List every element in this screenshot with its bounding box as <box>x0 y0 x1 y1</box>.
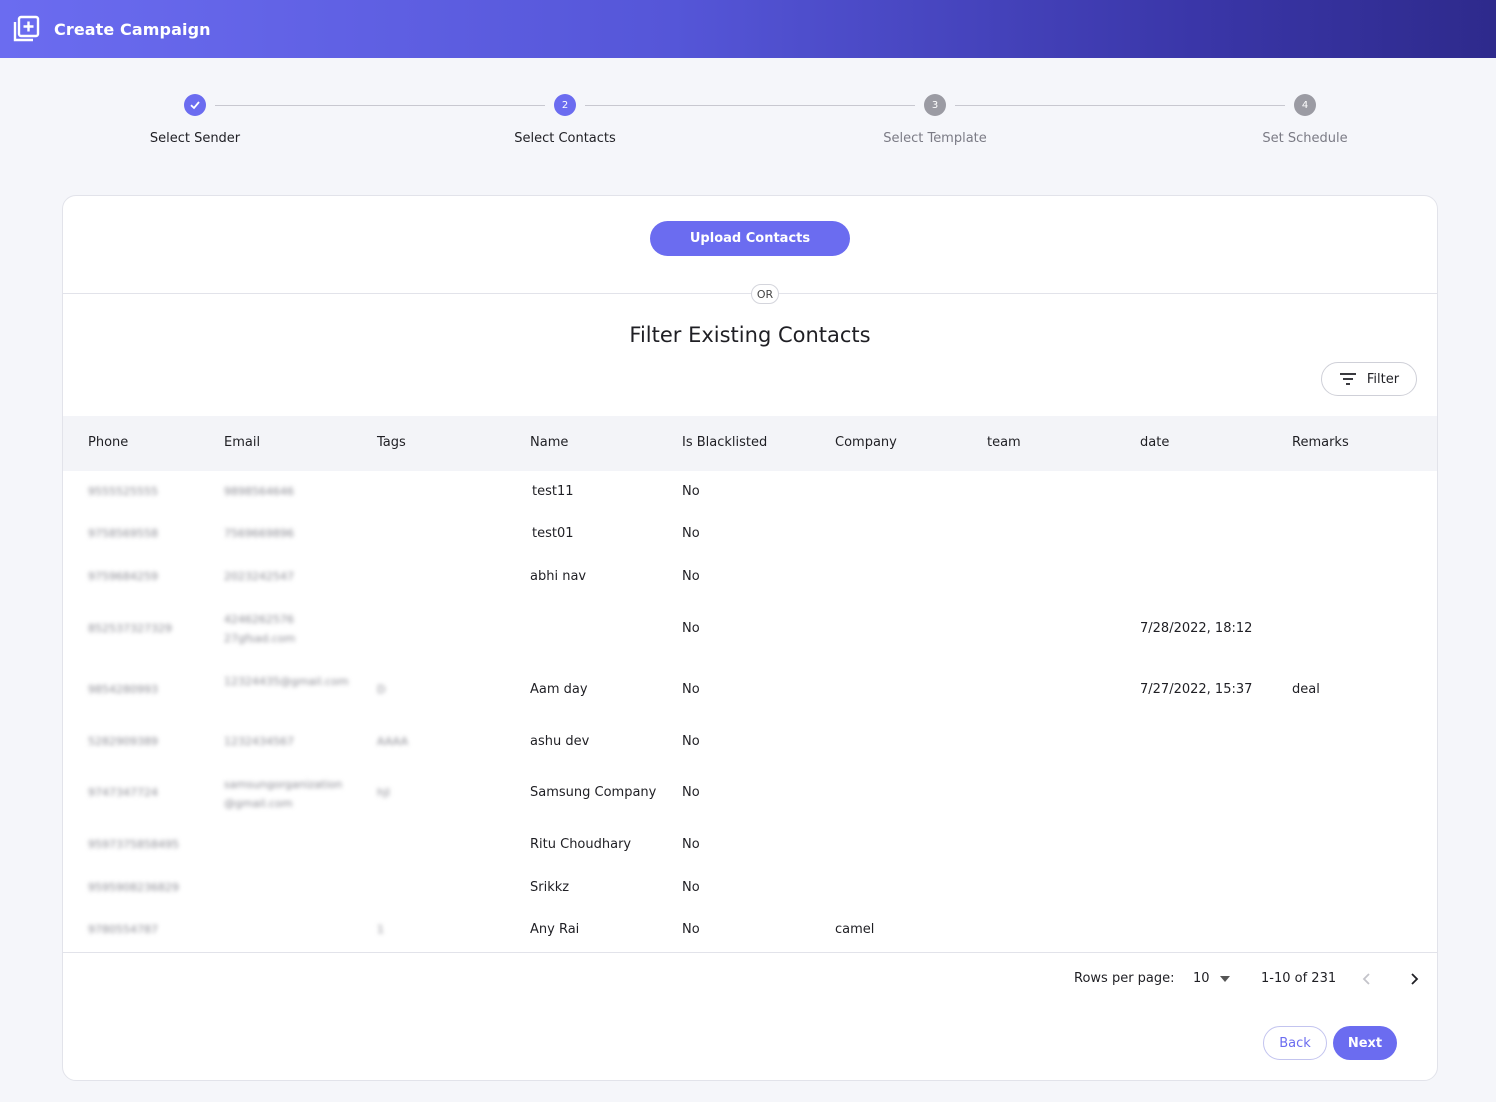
cell-name: abhi nav <box>530 569 587 584</box>
column-email[interactable]: Email <box>224 435 260 450</box>
cell-name: Srikkz <box>530 880 570 895</box>
step-label: Select Sender <box>149 131 241 146</box>
cell-blacklisted: No <box>682 837 700 852</box>
cell-blacklisted: No <box>682 785 700 800</box>
column-tags[interactable]: Tags <box>377 435 406 450</box>
cell-blacklisted: No <box>682 682 700 697</box>
cell-phone: 9759684259 <box>88 570 158 583</box>
cell-phone: 852537327329 <box>88 622 172 635</box>
add-box-icon <box>13 15 40 42</box>
divider <box>63 293 1437 294</box>
cell-name: Aam day <box>530 682 588 697</box>
section-title: Filter Existing Contacts <box>629 323 871 347</box>
cell-phone: 9780554787 <box>88 923 158 936</box>
cell-company: camel <box>835 922 875 937</box>
cell-email: 4246262576 27gfsad.com <box>224 613 296 645</box>
cell-name: Any Rai <box>530 922 580 937</box>
cell-name: test01 <box>532 526 574 541</box>
rows-per-page-value: 10 <box>1193 971 1210 986</box>
column-phone[interactable]: Phone <box>88 435 128 450</box>
step-number: 4 <box>1294 94 1316 116</box>
cell-blacklisted: No <box>682 734 700 749</box>
step-select-sender[interactable]: Select Sender <box>95 94 295 146</box>
next-button[interactable]: Next <box>1333 1026 1397 1060</box>
upload-contacts-button[interactable]: Upload Contacts <box>650 221 850 256</box>
cell-phone: 9854280993 <box>88 683 158 696</box>
cell-blacklisted: No <box>682 569 700 584</box>
step-number: 2 <box>554 94 576 116</box>
step-number: 3 <box>924 94 946 116</box>
cell-email: 1232434567 <box>224 735 294 748</box>
cell-blacklisted: No <box>682 621 700 636</box>
cell-blacklisted: No <box>682 880 700 895</box>
rows-per-page-select[interactable]: 10 <box>1193 971 1230 986</box>
chevron-right-icon[interactable] <box>1408 972 1420 986</box>
app-header: Create Campaign <box>0 0 1496 58</box>
cell-email: 7569669896 <box>224 527 294 540</box>
step-select-contacts[interactable]: 2 Select Contacts <box>465 94 665 146</box>
cell-remarks: deal <box>1292 682 1320 697</box>
cell-name: ashu dev <box>530 734 590 749</box>
cell-tags: 1 <box>377 923 384 936</box>
column-is-blacklisted[interactable]: Is Blacklisted <box>682 435 767 450</box>
or-badge: OR <box>751 284 779 304</box>
step-label: Select Template <box>883 131 987 146</box>
step-label: Set Schedule <box>1262 131 1348 146</box>
cell-name: test11 <box>532 484 574 499</box>
back-button[interactable]: Back <box>1263 1026 1327 1060</box>
column-company[interactable]: Company <box>835 435 897 450</box>
cell-tags: D <box>377 683 386 696</box>
rows-per-page-label: Rows per page: <box>1074 971 1175 986</box>
cell-phone: 9555525555 <box>88 485 158 498</box>
cell-phone: 9747347724 <box>88 786 158 799</box>
cell-tags: AAAA <box>377 735 409 748</box>
cell-phone: 9595908236829 <box>88 881 179 894</box>
chevron-left-icon[interactable] <box>1361 972 1373 986</box>
cell-tags: hjl <box>377 786 391 799</box>
step-label: Select Contacts <box>514 131 616 146</box>
contacts-card: Upload Contacts OR Filter Existing Conta… <box>62 195 1438 1081</box>
cell-email: samsungorganization @gmail.com <box>224 778 343 810</box>
check-icon <box>184 94 206 116</box>
campaign-stepper: Select Sender 2 Select Contacts 3 Select… <box>0 90 1496 160</box>
cell-blacklisted: No <box>682 484 700 499</box>
cell-phone: 9597375858495 <box>88 838 179 851</box>
column-remarks[interactable]: Remarks <box>1292 435 1349 450</box>
cell-phone: 5282909389 <box>88 735 158 748</box>
pagination-range: 1-10 of 231 <box>1261 971 1337 986</box>
cell-date: 7/28/2022, 18:12 <box>1140 621 1253 636</box>
cell-date: 7/27/2022, 15:37 <box>1140 682 1253 697</box>
column-team[interactable]: team <box>987 435 1021 450</box>
filter-label: Filter <box>1366 371 1400 387</box>
cell-email: 12324435@gmail.com <box>224 675 349 688</box>
cell-name: Samsung Company <box>530 785 657 800</box>
cell-blacklisted: No <box>682 922 700 937</box>
cell-email: 2023242547 <box>224 570 294 583</box>
cell-name: Ritu Choudhary <box>530 837 632 852</box>
column-date[interactable]: date <box>1140 435 1169 450</box>
table-footer-divider <box>63 952 1437 953</box>
cell-email: 9898564646 <box>224 485 294 498</box>
caret-down-icon <box>1219 975 1230 982</box>
page-title: Create Campaign <box>54 19 211 39</box>
step-set-schedule[interactable]: 4 Set Schedule <box>1205 94 1405 146</box>
cell-phone: 9758569558 <box>88 527 158 540</box>
table-header: Phone Email Tags Name Is Blacklisted Com… <box>63 416 1437 471</box>
filter-icon <box>1339 373 1356 385</box>
cell-blacklisted: No <box>682 526 700 541</box>
step-select-template[interactable]: 3 Select Template <box>835 94 1035 146</box>
filter-button[interactable]: Filter <box>1321 362 1417 396</box>
column-name[interactable]: Name <box>530 435 568 450</box>
